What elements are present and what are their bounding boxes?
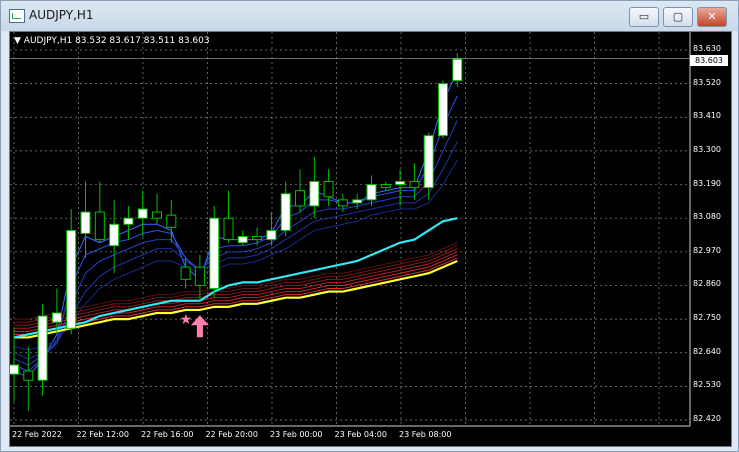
candle-body [23,370,34,381]
candle-body [366,184,377,201]
price-tick-label: 83.080 [693,212,721,222]
candle-body [395,180,406,186]
candle-body [180,266,191,280]
candle-body [94,211,105,241]
time-tick-label: 23 Feb 00:00 [270,430,323,439]
ma-line-blue [13,95,458,372]
time-tick-label: 22 Feb 12:00 [76,430,129,439]
price-tick-label: 83.410 [693,111,721,121]
candle-body [380,184,391,189]
price-tick-label: 82.420 [693,414,721,423]
maximize-button[interactable]: ▢ [663,7,693,27]
candle-body [209,217,220,290]
candle-body [66,229,77,329]
candle-body [51,312,62,323]
price-tick-label: 82.860 [693,279,721,289]
candle-body [152,211,162,219]
candle-body [10,364,19,375]
chart-menu-triangle-icon[interactable]: ▼ [14,36,21,46]
chart-canvas[interactable]: ★ [10,32,731,446]
price-tick-label: 83.190 [693,178,721,188]
price-tick-label: 83.630 [693,44,721,53]
price-tick-label: 82.640 [693,346,721,356]
ma-line-blue [13,120,458,366]
candle-body [266,229,277,241]
time-tick-label: 22 Feb 16:00 [141,430,194,439]
time-tick-label: 22 Feb 2022 [12,430,62,439]
title-bar[interactable]: AUDJPY,H1 ▭ ▢ ✕ [1,1,738,31]
time-tick-label: 23 Feb 08:00 [399,430,452,439]
candle-body [323,180,334,198]
price-tick-label: 83.520 [693,77,721,87]
current-price-label: 83.603 [690,55,728,66]
candle-body [337,199,348,207]
candle-body [438,83,448,137]
candle-body [352,199,363,204]
candle-body [280,193,291,231]
ma-line-blue [13,159,458,351]
candle-body [166,214,177,228]
time-tick-label: 22 Feb 20:00 [205,430,258,439]
symbol-ohlc-label: AUDJPY,H1 83.532 83.617 83.511 83.603 [23,36,210,46]
minimize-button[interactable]: ▭ [629,7,659,27]
candle-body [194,266,205,286]
price-chart[interactable]: ★ ▼ AUDJPY,H1 83.532 83.617 83.511 83.60… [9,31,732,447]
price-tick-label: 83.300 [693,144,721,154]
chart-window: AUDJPY,H1 ▭ ▢ ✕ ★ ▼ AUDJPY,H1 83.532 83.… [0,0,739,452]
candle-body [452,58,463,82]
candle-body [109,223,120,247]
close-button[interactable]: ✕ [697,7,727,27]
candle-body [237,236,248,244]
candle-body [137,208,148,219]
candle-body [252,236,263,241]
candle-body [409,180,420,189]
price-tick-label: 82.970 [693,245,721,255]
candle-body [423,135,434,189]
time-tick-label: 23 Feb 04:00 [334,430,387,439]
candle-body [123,217,134,225]
buy-arrow-marker [190,315,209,338]
price-tick-label: 82.750 [693,313,721,323]
candle-body [309,180,320,207]
candle-body [37,315,48,381]
window-title: AUDJPY,H1 [29,8,94,22]
chart-window-icon [9,9,25,23]
candle-body [223,217,234,241]
star-marker: ★ [180,312,193,328]
price-tick-label: 82.530 [693,380,721,390]
chart-header: ▼ AUDJPY,H1 83.532 83.617 83.511 83.603 [14,36,210,46]
candle-body [295,190,305,207]
candle-body [80,211,91,234]
